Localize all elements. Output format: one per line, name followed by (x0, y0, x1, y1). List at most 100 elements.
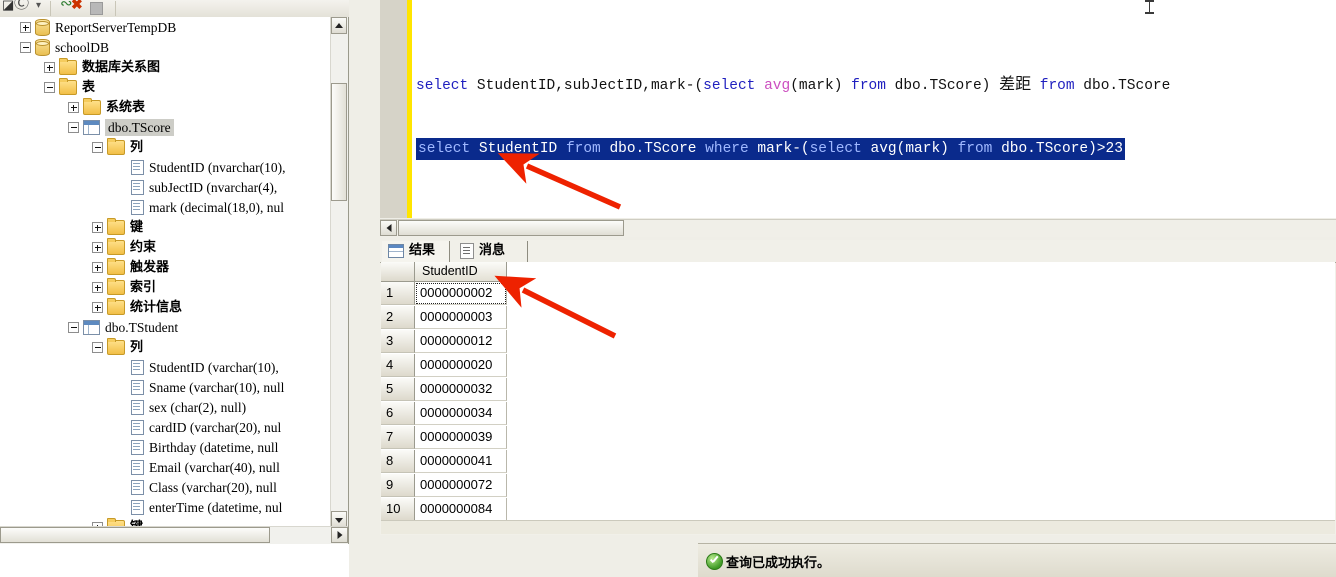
results-tab[interactable]: 消息 (454, 241, 528, 262)
object-explorer-tree[interactable]: ReportServerTempDB schoolDB 数据库关系图表系统表 dbo.… (0, 17, 348, 528)
collapse-icon[interactable] (20, 42, 31, 54)
stop-icon[interactable] (90, 2, 103, 15)
tree-scroll-right-button[interactable] (331, 527, 348, 543)
table-row[interactable]: 1 0000000002 (381, 282, 1335, 306)
collapse-icon[interactable] (68, 322, 79, 334)
row-number[interactable]: 8 (381, 450, 415, 473)
table-cell-studentid[interactable]: 0000000039 (415, 426, 507, 449)
tree-node[interactable]: 索引 (0, 277, 348, 297)
tree-node[interactable]: StudentID (nvarchar(10), (0, 157, 348, 177)
row-number[interactable]: 9 (381, 474, 415, 497)
sql-token: select (416, 78, 477, 94)
tree-node[interactable]: StudentID (varchar(10), (0, 357, 348, 377)
expand-icon[interactable] (92, 302, 103, 314)
close-icon[interactable]: ✖ (71, 0, 83, 12)
tree-node[interactable]: 触发器 (0, 257, 348, 277)
results-tabstrip[interactable]: 结果 消息 (380, 240, 1336, 263)
tree-node[interactable]: subJectID (nvarchar(4), (0, 177, 348, 197)
table-cell-studentid[interactable]: 0000000032 (415, 378, 507, 401)
tree-node[interactable]: 统计信息 (0, 297, 348, 317)
table-row[interactable]: 5 0000000032 (381, 378, 1335, 402)
sql-query-editor[interactable]: select StudentID,subJectID,mark-(select … (380, 0, 1336, 218)
tree-node[interactable]: dbo.TScore (0, 117, 348, 137)
row-number[interactable]: 3 (381, 330, 415, 353)
table-row[interactable]: 8 0000000041 (381, 450, 1335, 474)
table-row[interactable]: 6 0000000034 (381, 402, 1335, 426)
table-cell-studentid[interactable]: 0000000002 (415, 282, 507, 305)
table-cell-studentid[interactable]: 0000000084 (415, 498, 507, 521)
expand-icon[interactable] (20, 22, 31, 34)
chevron-down-icon[interactable]: ▾ (36, 0, 41, 14)
tree-node[interactable]: dbo.TStudent (0, 317, 348, 337)
tree-node[interactable]: 数据库关系图 (0, 57, 348, 77)
tree-node[interactable]: 系统表 (0, 97, 348, 117)
tree-node-label: 索引 (130, 279, 157, 295)
tree-node-label: 系统表 (106, 99, 146, 115)
table-row[interactable]: 7 0000000039 (381, 426, 1335, 450)
tree-node-label: subJectID (nvarchar(4), (149, 179, 278, 195)
results-grid[interactable]: StudentID 1 0000000002 2 0000000003 3 0000000… (381, 262, 1335, 534)
row-number[interactable]: 2 (381, 306, 415, 329)
row-number[interactable]: 10 (381, 498, 415, 521)
grid-select-all-corner[interactable] (381, 262, 415, 282)
tree-node[interactable]: 键 (0, 217, 348, 237)
table-cell-studentid[interactable]: 0000000034 (415, 402, 507, 425)
collapse-icon[interactable] (68, 122, 79, 134)
folder-icon (107, 258, 125, 276)
table-row[interactable]: 10 0000000084 (381, 498, 1335, 522)
tree-node[interactable]: sex (char(2), null) (0, 397, 348, 417)
collapse-icon[interactable] (44, 82, 55, 94)
tree-node[interactable]: 表 (0, 77, 348, 97)
table-row[interactable]: 3 0000000012 (381, 330, 1335, 354)
table-row[interactable]: 9 0000000072 (381, 474, 1335, 498)
sql-statement-line-2-selected[interactable]: select StudentID from dbo.TScore where m… (416, 138, 1125, 160)
sql-statement-line-1[interactable]: select StudentID,subJectID,mark-(select … (416, 74, 1170, 96)
tree-node[interactable]: Sname (varchar(10), null (0, 377, 348, 397)
table-cell-studentid[interactable]: 0000000012 (415, 330, 507, 353)
tree-horizontal-scroll-thumb[interactable] (0, 527, 270, 543)
table-cell-studentid[interactable]: 0000000003 (415, 306, 507, 329)
tree-node[interactable]: Birthday (datetime, null (0, 437, 348, 457)
tree-node[interactable]: schoolDB (0, 37, 348, 57)
expand-icon[interactable] (44, 62, 55, 74)
column-header-studentid[interactable]: StudentID (415, 262, 507, 282)
row-number[interactable]: 7 (381, 426, 415, 449)
tree-node[interactable]: 列 (0, 337, 348, 357)
editor-horizontal-scroll-thumb[interactable] (398, 220, 624, 236)
table-cell-studentid[interactable]: 0000000072 (415, 474, 507, 497)
results-tab[interactable]: 结果 (382, 241, 450, 262)
find-icon: ◪ (2, 0, 15, 12)
editor-scroll-left-button[interactable] (380, 220, 397, 236)
table-row[interactable]: 4 0000000020 (381, 354, 1335, 378)
grid-horizontal-scrollbar[interactable] (381, 520, 1335, 534)
tree-vertical-scrollbar[interactable] (330, 17, 348, 528)
expand-icon[interactable] (92, 242, 103, 254)
row-number[interactable]: 4 (381, 354, 415, 377)
row-number[interactable]: 5 (381, 378, 415, 401)
row-number[interactable]: 1 (381, 282, 415, 305)
expand-icon[interactable] (92, 262, 103, 274)
table-row[interactable]: 2 0000000003 (381, 306, 1335, 330)
table-cell-studentid[interactable]: 0000000020 (415, 354, 507, 377)
tree-node[interactable]: enterTime (datetime, nul (0, 497, 348, 517)
tree-vertical-scroll-thumb[interactable] (331, 83, 347, 201)
tree-scroll-up-button[interactable] (331, 17, 347, 34)
tree-node[interactable]: Email (varchar(40), null (0, 457, 348, 477)
expand-icon[interactable] (68, 102, 79, 114)
execute-icon[interactable]: Ⓒ (14, 0, 29, 12)
table-cell-studentid[interactable]: 0000000041 (415, 450, 507, 473)
tree-node[interactable]: cardID (varchar(20), nul (0, 417, 348, 437)
expand-icon[interactable] (92, 222, 103, 234)
row-number[interactable]: 6 (381, 402, 415, 425)
tree-horizontal-scrollbar[interactable] (0, 526, 348, 544)
collapse-icon[interactable] (92, 342, 103, 354)
tree-node[interactable]: 约束 (0, 237, 348, 257)
expand-icon[interactable] (92, 282, 103, 294)
tree-node[interactable]: ReportServerTempDB (0, 17, 348, 37)
tree-node[interactable]: Class (varchar(20), null (0, 477, 348, 497)
editor-horizontal-scrollbar[interactable] (380, 219, 1336, 237)
collapse-icon[interactable] (92, 142, 103, 154)
tree-node[interactable]: 列 (0, 137, 348, 157)
tree-node[interactable]: mark (decimal(18,0), nul (0, 197, 348, 217)
tree-node-label: schoolDB (55, 39, 109, 55)
